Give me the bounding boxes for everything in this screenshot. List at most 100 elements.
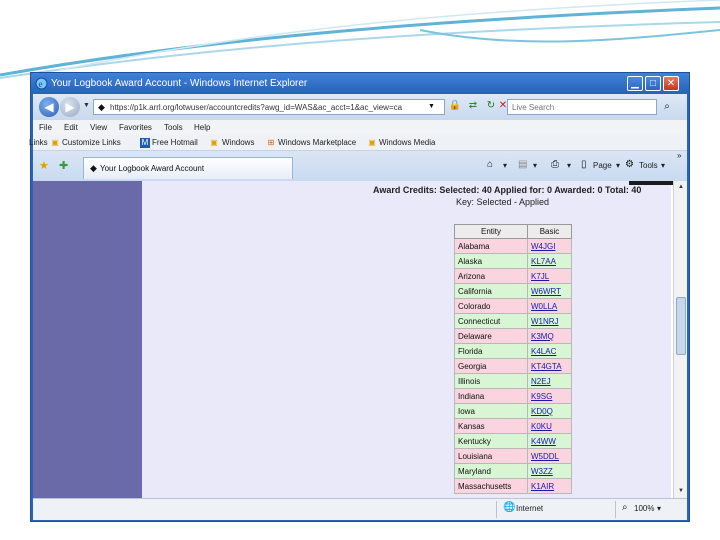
url-text[interactable]: https://p1k.arrl.org/lotwuser/accountcre…: [110, 103, 420, 112]
entity-cell: Connecticut: [454, 313, 528, 329]
tab-label: Your Logbook Award Account: [100, 164, 205, 173]
feeds-dropdown-icon[interactable]: ▾: [533, 161, 537, 170]
table-row: Iowa KD0Q: [454, 403, 572, 419]
link-customize-links[interactable]: Customize Links: [62, 138, 121, 147]
menu-favorites[interactable]: Favorites: [119, 123, 152, 132]
callsign-link[interactable]: K9SG: [527, 388, 572, 404]
link-windows-media[interactable]: Windows Media: [379, 138, 435, 147]
table-row: Kansas K0KU: [454, 418, 572, 434]
links-label: Links: [29, 138, 48, 147]
compatibility-icon[interactable]: ⇄: [465, 98, 481, 114]
award-rows: Alabama W4JGI Alaska KL7AA Arizona K7JL Califo…: [454, 238, 572, 494]
tab-bar: ★ ✚ ◆ Your Logbook Award Account ⌂ ▾ ▤ ▾…: [33, 151, 687, 181]
page-menu[interactable]: Page: [593, 161, 612, 170]
callsign-link[interactable]: K7JL: [527, 268, 572, 284]
callsign-link[interactable]: K4WW: [527, 433, 572, 449]
link-free-hotmail[interactable]: Free Hotmail: [152, 138, 198, 147]
forward-button[interactable]: ▶: [60, 97, 80, 117]
scroll-thumb[interactable]: [676, 297, 686, 355]
callsign-link[interactable]: W4JGI: [527, 238, 572, 254]
scroll-up-icon[interactable]: ▲: [676, 182, 686, 192]
menu-bar: File Edit View Favorites Tools Help: [33, 120, 687, 135]
scroll-down-icon[interactable]: ▼: [676, 486, 686, 496]
callsign-link[interactable]: W6WRT: [527, 283, 572, 299]
link-page-icon: ▣: [368, 138, 376, 147]
print-icon[interactable]: ⎙: [551, 159, 559, 170]
menu-tools[interactable]: Tools: [164, 123, 183, 132]
callsign-link[interactable]: K1AIR: [527, 478, 572, 494]
callsign-link[interactable]: K4LAC: [527, 343, 572, 359]
search-icon[interactable]: ⌕: [659, 99, 675, 115]
minimize-button[interactable]: ▁: [627, 76, 643, 91]
entity-cell: Alabama: [454, 238, 528, 254]
table-row: Connecticut W1NRJ: [454, 313, 572, 329]
vertical-scrollbar[interactable]: ▲ ▼: [673, 181, 687, 498]
page-content: Award Credits: Selected: 40 Applied for:…: [33, 181, 687, 498]
table-row: Maryland W3ZZ: [454, 463, 572, 479]
callsign-link[interactable]: KT4GTA: [527, 358, 572, 374]
toolbar-overflow-icon[interactable]: »: [677, 151, 681, 160]
callsign-link[interactable]: KD0Q: [527, 403, 572, 419]
entity-cell: Massachusetts: [454, 478, 528, 494]
status-bar: 🌐 Internet ⌕ 100% ▾: [33, 498, 687, 520]
link-windows[interactable]: Windows: [222, 138, 254, 147]
table-row: Massachusetts K1AIR: [454, 478, 572, 494]
callsign-link[interactable]: W0LLA: [527, 298, 572, 314]
entity-cell: Iowa: [454, 403, 528, 419]
home-icon[interactable]: ⌂: [487, 159, 493, 170]
page-icon: ◆: [90, 163, 97, 173]
award-credits-table: Entity Basic Alabama W4JGI Alaska KL7AA Ariz…: [454, 224, 572, 494]
callsign-link[interactable]: W3ZZ: [527, 463, 572, 479]
url-dropdown-icon[interactable]: ▼: [428, 103, 435, 110]
entity-cell: Delaware: [454, 328, 528, 344]
back-button[interactable]: ◀: [39, 97, 59, 117]
page-icon: ◆: [98, 102, 105, 112]
callsign-link[interactable]: N2EJ: [527, 373, 572, 389]
add-favorites-icon[interactable]: ✚: [59, 159, 68, 172]
menu-file[interactable]: File: [39, 123, 52, 132]
tools-menu[interactable]: Tools: [639, 161, 658, 170]
maximize-button[interactable]: □: [645, 76, 661, 91]
svg-text:e: e: [39, 79, 43, 89]
search-field[interactable]: [507, 99, 657, 115]
zoom-dropdown-icon[interactable]: ▾: [657, 504, 661, 513]
window-title: Your Logbook Award Account - Windows Int…: [51, 78, 308, 89]
close-button[interactable]: ✕: [663, 76, 679, 91]
history-dropdown-icon[interactable]: ▼: [83, 102, 90, 109]
lock-icon[interactable]: 🔒: [447, 98, 463, 114]
menu-edit[interactable]: Edit: [64, 123, 78, 132]
home-dropdown-icon[interactable]: ▾: [503, 161, 507, 170]
left-sidebar: [33, 181, 142, 498]
menu-help[interactable]: Help: [194, 123, 210, 132]
tab-logbook-award-account[interactable]: ◆ Your Logbook Award Account: [83, 157, 293, 179]
menu-view[interactable]: View: [90, 123, 107, 132]
entity-cell: Florida: [454, 343, 528, 359]
callsign-link[interactable]: K3MQ: [527, 328, 572, 344]
favorites-star-icon[interactable]: ★: [39, 159, 49, 172]
table-row: California W6WRT: [454, 283, 572, 299]
zoom-icon[interactable]: ⌕: [622, 502, 628, 513]
callsign-link[interactable]: K0KU: [527, 418, 572, 434]
entity-cell: Georgia: [454, 358, 528, 374]
print-dropdown-icon[interactable]: ▾: [567, 161, 571, 170]
tools-dropdown-icon[interactable]: ▾: [661, 161, 665, 170]
zoom-level[interactable]: 100%: [634, 504, 654, 513]
feeds-icon[interactable]: ▤: [518, 159, 527, 170]
entity-cell: Maryland: [454, 463, 528, 479]
title-bar: e Your Logbook Award Account - Windows I…: [31, 73, 689, 94]
main-area: Award Credits: Selected: 40 Applied for:…: [142, 181, 687, 498]
tools-menu-icon[interactable]: ⚙: [625, 159, 634, 170]
search-input[interactable]: [508, 100, 656, 114]
link-windows-marketplace[interactable]: Windows Marketplace: [278, 138, 356, 147]
page-menu-icon[interactable]: ▯: [581, 159, 587, 170]
page-dropdown-icon[interactable]: ▾: [616, 161, 620, 170]
callsign-link[interactable]: KL7AA: [527, 253, 572, 269]
windows-flag-icon: ⊞: [267, 138, 275, 147]
table-row: Alaska KL7AA: [454, 253, 572, 269]
table-row: Indiana K9SG: [454, 388, 572, 404]
entity-cell: Arizona: [454, 268, 528, 284]
callsign-link[interactable]: W1NRJ: [527, 313, 572, 329]
callsign-link[interactable]: W5DDL: [527, 448, 572, 464]
address-field[interactable]: ◆ https://p1k.arrl.org/lotwuser/accountc…: [93, 99, 445, 115]
table-row: Louisiana W5DDL: [454, 448, 572, 464]
